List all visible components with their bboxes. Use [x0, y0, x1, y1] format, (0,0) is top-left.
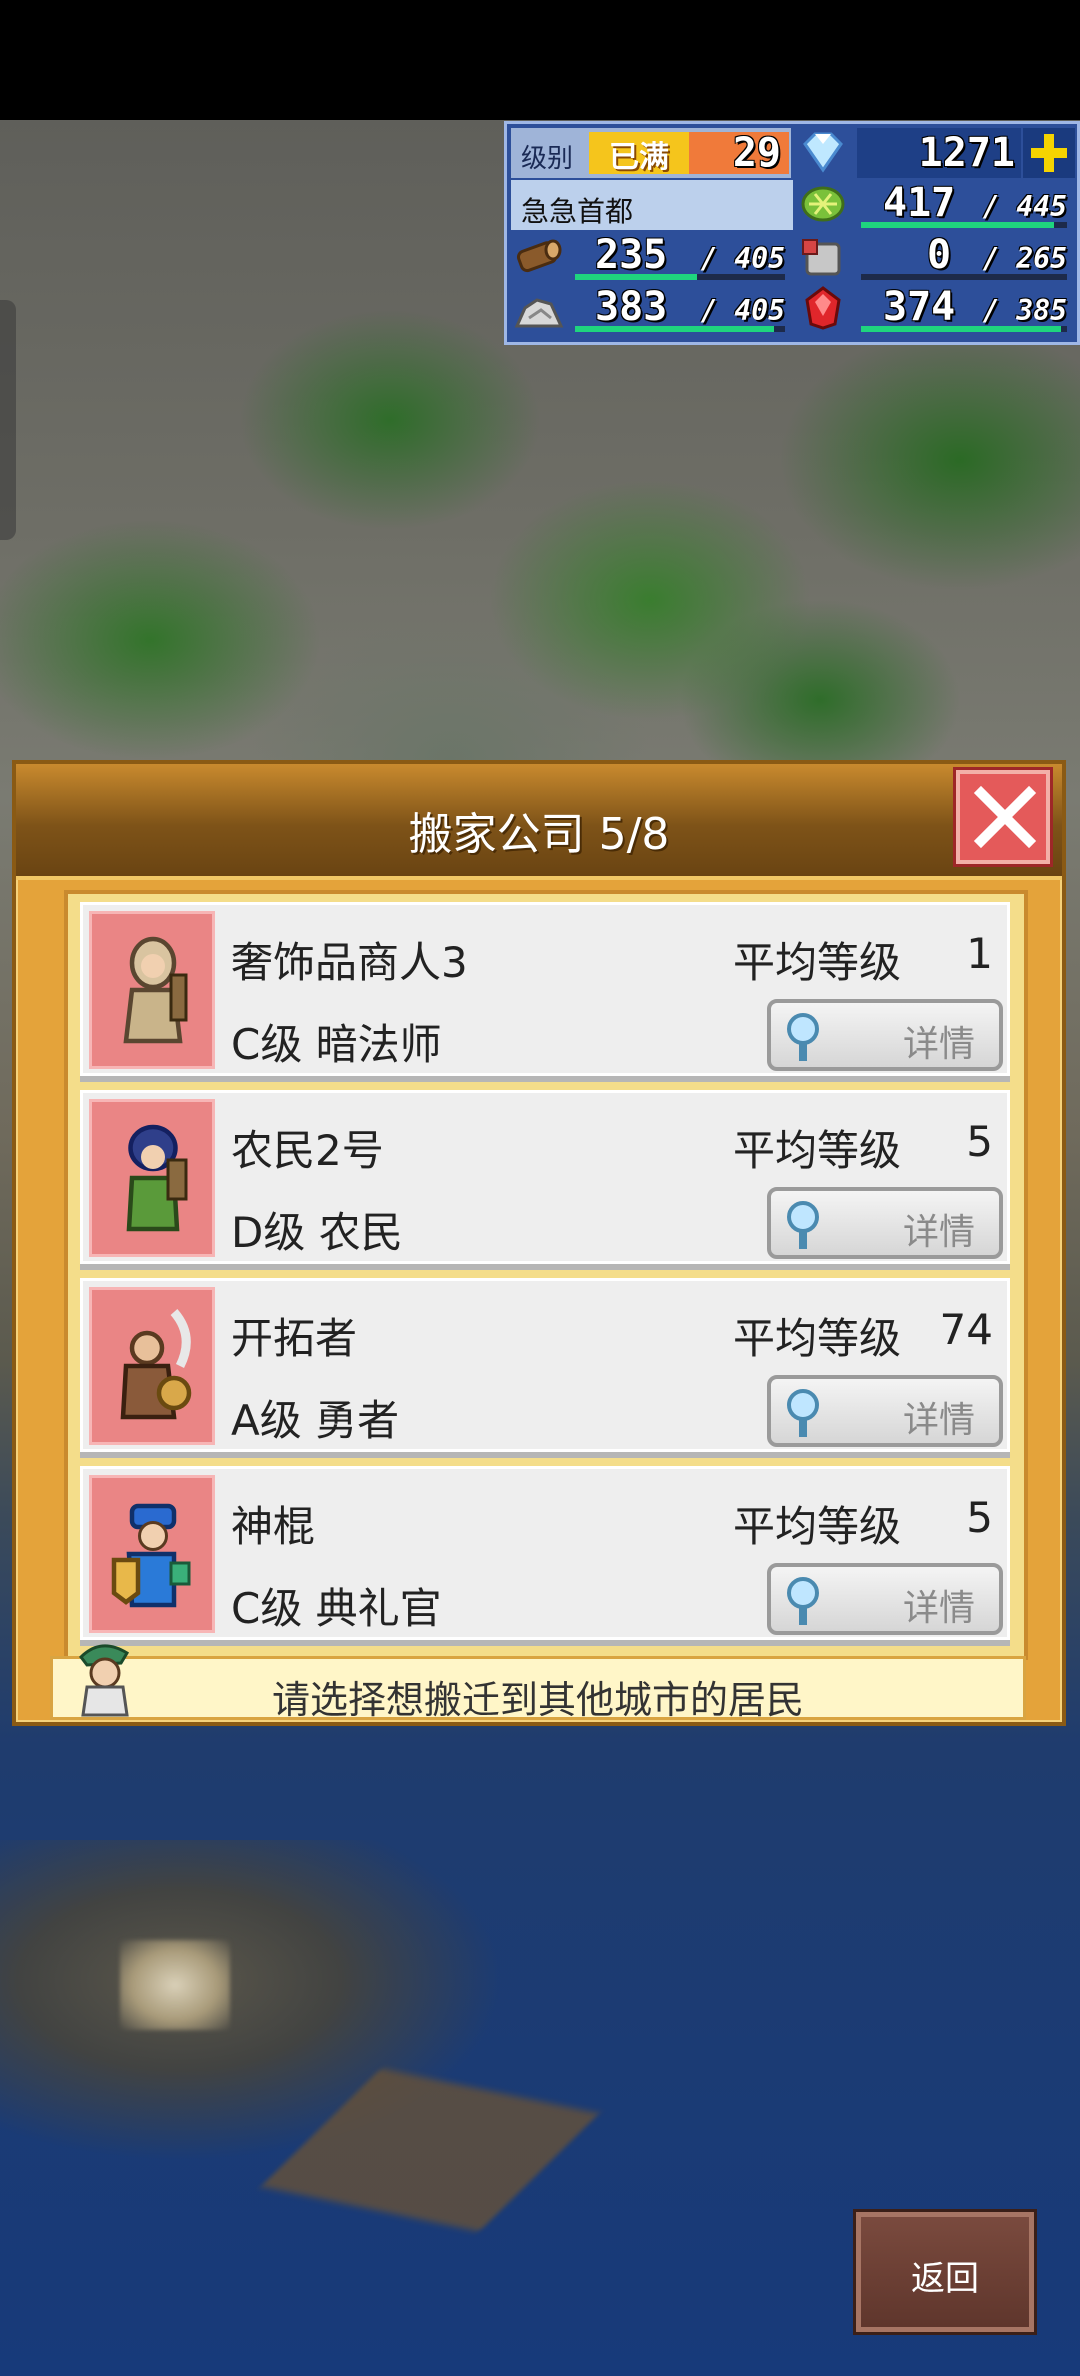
- armor-bar: [861, 274, 1067, 280]
- wood-max: / 405: [700, 242, 785, 275]
- back-button-label: 返回: [911, 2259, 979, 2299]
- add-gems-button[interactable]: [1023, 128, 1075, 178]
- resident-class: D级 农民: [231, 1208, 403, 1257]
- food-value: 417: [883, 180, 956, 226]
- average-level-value: 5: [966, 1117, 993, 1166]
- food-panel: 417 / 445: [857, 180, 1075, 230]
- back-button[interactable]: 返回: [856, 2212, 1034, 2332]
- resident-class: C级 暗法师: [231, 1020, 442, 1069]
- resident-portrait: [89, 911, 215, 1069]
- level-max-badge: 已满: [589, 132, 689, 175]
- resident-row[interactable]: 奢饰品商人3 C级 暗法师 平均等级 1 详情: [80, 902, 1010, 1076]
- side-panel-handle[interactable]: [0, 300, 16, 540]
- boat-sprite: [120, 1940, 230, 2030]
- moving-company-dialog: 搬家公司 5/8 奢饰品商人3 C级 暗法师 平均等级 1 详情 农民2号 D级…: [12, 760, 1066, 1726]
- close-button[interactable]: [956, 770, 1050, 864]
- average-level-label: 平均等级: [733, 1314, 902, 1363]
- resident-row[interactable]: 开拓者 A级 勇者 平均等级 74 详情: [80, 1278, 1010, 1452]
- average-level-label: 平均等级: [733, 1126, 902, 1175]
- level-value: 29: [732, 130, 781, 176]
- diamond-icon: [803, 132, 843, 173]
- hint-text: 请选择想搬迁到其他城市的居民: [271, 1678, 804, 1722]
- resident-list[interactable]: 奢饰品商人3 C级 暗法师 平均等级 1 详情 农民2号 D级 农民 平均等级 …: [64, 890, 1028, 1660]
- resource-hud: 级别 已满 29 1271 急急首都 417 / 445 235 / 405 0…: [504, 121, 1080, 345]
- level-panel: 级别 已满 29: [511, 128, 791, 178]
- dialog-header: 搬家公司 5/8: [16, 764, 1062, 880]
- detail-label: 详情: [902, 1024, 975, 1065]
- resident-row[interactable]: 农民2号 D级 农民 平均等级 5 详情: [80, 1090, 1010, 1264]
- stone-max: / 405: [700, 294, 785, 327]
- gem-panel: 1271: [857, 128, 1021, 178]
- stone-bar: [575, 326, 785, 332]
- average-level-value: 1: [966, 929, 993, 978]
- average-level-value: 74: [939, 1305, 993, 1354]
- detail-label: 详情: [902, 1212, 975, 1253]
- status-bar: [0, 0, 1080, 120]
- resident-name: 神棍: [231, 1502, 316, 1551]
- wood-log-icon: [516, 239, 562, 273]
- city-name: 急急首都: [521, 195, 634, 228]
- resident-portrait: [89, 1287, 215, 1445]
- hint-bar: 请选择想搬迁到其他城市的居民: [50, 1644, 1026, 1722]
- detail-button[interactable]: 详情: [767, 999, 1003, 1071]
- detail-button[interactable]: 详情: [767, 1187, 1003, 1259]
- grain-icon: [801, 186, 845, 222]
- detail-label: 详情: [902, 1588, 975, 1629]
- resident-class: A级 勇者: [231, 1396, 400, 1445]
- armor-value: 0: [927, 232, 952, 278]
- ruby-bar: [861, 326, 1067, 332]
- magnifier-icon: [787, 1577, 819, 1625]
- wood-bar: [575, 274, 785, 280]
- plus-icon: [1031, 134, 1067, 172]
- resident-class: C级 典礼官: [231, 1584, 442, 1633]
- stone-value: 383: [595, 284, 668, 330]
- detail-button[interactable]: 详情: [767, 1563, 1003, 1635]
- resident-row[interactable]: 神棍 C级 典礼官 平均等级 5 详情: [80, 1466, 1010, 1640]
- magnifier-icon: [787, 1389, 819, 1437]
- average-level-label: 平均等级: [733, 938, 902, 987]
- dialog-title: 搬家公司 5/8: [408, 809, 670, 860]
- ruby-icon: [805, 286, 841, 330]
- magnifier-icon: [787, 1201, 819, 1249]
- magnifier-icon: [787, 1013, 819, 1061]
- armor-max: / 265: [982, 242, 1067, 275]
- food-bar: [861, 222, 1067, 228]
- gem-count: 1271: [918, 130, 1015, 176]
- ruby-value: 374: [883, 284, 956, 330]
- armor-icon: [802, 239, 841, 276]
- armor-panel: 0 / 265: [857, 232, 1075, 282]
- average-level-label: 平均等级: [733, 1502, 902, 1551]
- level-label: 级别: [521, 144, 574, 174]
- resident-name: 奢饰品商人3: [231, 938, 468, 987]
- city-panel: 急急首都: [511, 180, 793, 230]
- resident-name: 农民2号: [231, 1126, 384, 1175]
- wood-value: 235: [595, 232, 668, 278]
- detail-label: 详情: [902, 1400, 975, 1441]
- ruby-max: / 385: [982, 294, 1067, 327]
- resident-name: 开拓者: [231, 1314, 358, 1363]
- resident-portrait: [89, 1475, 215, 1633]
- resident-portrait: [89, 1099, 215, 1257]
- wood-panel: 235 / 405: [573, 232, 791, 282]
- ruby-panel: 374 / 385: [857, 284, 1075, 334]
- average-level-value: 5: [966, 1493, 993, 1542]
- detail-button[interactable]: 详情: [767, 1375, 1003, 1447]
- stone-icon: [514, 298, 564, 328]
- food-max: / 445: [982, 190, 1067, 223]
- stone-panel: 383 / 405: [573, 284, 791, 334]
